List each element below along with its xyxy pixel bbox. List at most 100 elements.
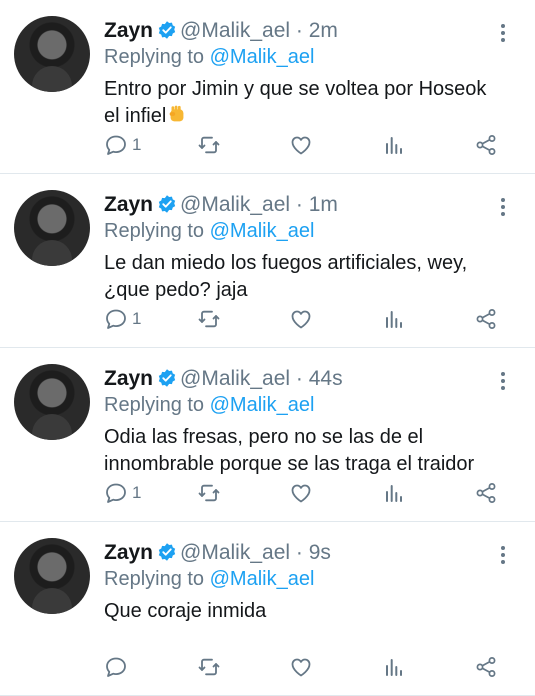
share-icon xyxy=(476,135,496,155)
separator-dot: · xyxy=(295,367,303,390)
replying-target-link[interactable]: @Malik_ael xyxy=(210,220,315,242)
replying-to: Replying to @Malik_ael xyxy=(104,218,314,244)
tweet[interactable]: Zayn @Malik_ael · 1m Replying to @Malik_a… xyxy=(0,174,535,348)
share-icon xyxy=(476,483,496,503)
retweet-icon xyxy=(198,484,220,502)
tweet-text-line: Entro por Jimin y que se voltea por Hose… xyxy=(104,78,487,100)
tweet-header: Zayn @Malik_ael · 44s xyxy=(104,366,343,392)
analytics-icon xyxy=(386,137,402,154)
verified-badge-icon xyxy=(158,195,176,213)
tweet-text-line: ¿que pedo? jaja xyxy=(104,279,248,301)
more-options-icon[interactable] xyxy=(493,196,513,220)
replying-target-link[interactable]: @Malik_ael xyxy=(210,46,315,68)
analytics-button[interactable] xyxy=(382,130,406,160)
share-button[interactable] xyxy=(474,304,498,334)
reply-button[interactable]: 1 xyxy=(104,304,141,334)
reply-button[interactable]: 1 xyxy=(104,478,141,508)
tweet[interactable]: Zayn @Malik_ael · 44s Replying to @Malik_… xyxy=(0,348,535,522)
tweet-text: Entro por Jimin y que se voltea por Hose… xyxy=(104,76,514,130)
reply-icon xyxy=(106,483,126,503)
replying-target-link[interactable]: @Malik_ael xyxy=(210,568,315,590)
replying-label: Replying to xyxy=(104,46,205,68)
verified-badge-icon xyxy=(158,543,176,561)
tweet-text-line: el infiel xyxy=(104,105,167,127)
raised-fist-emoji-icon xyxy=(169,105,184,122)
reply-button[interactable] xyxy=(104,652,132,682)
author-name[interactable]: Zayn xyxy=(104,541,153,564)
share-icon xyxy=(476,309,496,329)
retweet-button[interactable] xyxy=(197,652,221,682)
reply-count: 1 xyxy=(132,309,142,328)
tweet-actions: 1 xyxy=(0,130,535,160)
timestamp[interactable]: 9s xyxy=(309,541,331,564)
avatar[interactable] xyxy=(14,364,90,440)
separator-dot: · xyxy=(295,19,303,42)
tweet-header: Zayn @Malik_ael · 2m xyxy=(104,18,338,44)
tweet[interactable]: Zayn @Malik_ael · 9s Replying to @Malik_a… xyxy=(0,522,535,696)
like-button[interactable] xyxy=(289,652,313,682)
like-button[interactable] xyxy=(289,478,313,508)
tweet-text-line: Que coraje inmida xyxy=(104,600,267,622)
tweet-header: Zayn @Malik_ael · 1m xyxy=(104,192,338,218)
tweet-text-line: Le dan miedo los fuegos artificiales, we… xyxy=(104,252,468,274)
share-button[interactable] xyxy=(474,130,498,160)
replying-label: Replying to xyxy=(104,568,205,590)
tweet-text: Le dan miedo los fuegos artificiales, we… xyxy=(104,250,514,304)
tweet-header: Zayn @Malik_ael · 9s xyxy=(104,540,331,566)
analytics-button[interactable] xyxy=(382,478,406,508)
more-options-icon[interactable] xyxy=(493,370,513,394)
reply-count: 1 xyxy=(132,483,142,502)
retweet-button[interactable] xyxy=(197,130,221,160)
avatar[interactable] xyxy=(14,190,90,266)
heart-icon xyxy=(291,484,311,503)
analytics-button[interactable] xyxy=(382,652,406,682)
replying-to: Replying to @Malik_ael xyxy=(104,566,314,592)
reply-icon xyxy=(106,309,126,329)
heart-icon xyxy=(291,136,311,155)
verified-badge-icon xyxy=(158,21,176,39)
author-handle[interactable]: @Malik_ael xyxy=(180,193,290,216)
replying-to: Replying to @Malik_ael xyxy=(104,44,314,70)
reply-icon xyxy=(106,135,126,155)
tweet-actions: 1 xyxy=(0,478,535,508)
heart-icon xyxy=(291,658,311,677)
analytics-icon xyxy=(386,659,402,676)
avatar[interactable] xyxy=(14,16,90,92)
tweet[interactable]: Zayn @Malik_ael · 2m Replying to @Malik_a… xyxy=(0,0,535,174)
replying-to: Replying to @Malik_ael xyxy=(104,392,314,418)
author-name[interactable]: Zayn xyxy=(104,19,153,42)
tweet-text-line: Odia las fresas, pero no se las de el xyxy=(104,426,424,448)
like-button[interactable] xyxy=(289,130,313,160)
retweet-button[interactable] xyxy=(197,478,221,508)
retweet-icon xyxy=(198,658,220,676)
tweet-text-line: innombrable porque se las traga el traid… xyxy=(104,453,475,475)
author-handle[interactable]: @Malik_ael xyxy=(180,19,290,42)
replying-label: Replying to xyxy=(104,394,205,416)
tweet-text: Que coraje inmida xyxy=(104,598,514,625)
author-name[interactable]: Zayn xyxy=(104,193,153,216)
more-options-icon[interactable] xyxy=(493,22,513,46)
avatar[interactable] xyxy=(14,538,90,614)
timestamp[interactable]: 44s xyxy=(309,367,343,390)
tweet-actions: 1 xyxy=(0,304,535,334)
analytics-icon xyxy=(386,311,402,328)
tweet-text: Odia las fresas, pero no se las de el inn… xyxy=(104,424,514,478)
tweet-actions xyxy=(0,652,535,682)
author-handle[interactable]: @Malik_ael xyxy=(180,367,290,390)
replying-target-link[interactable]: @Malik_ael xyxy=(210,394,315,416)
reply-count: 1 xyxy=(132,135,142,154)
retweet-icon xyxy=(198,136,220,154)
reply-button[interactable]: 1 xyxy=(104,130,141,160)
timestamp[interactable]: 1m xyxy=(309,193,338,216)
retweet-button[interactable] xyxy=(197,304,221,334)
analytics-button[interactable] xyxy=(382,304,406,334)
author-handle[interactable]: @Malik_ael xyxy=(180,541,290,564)
share-icon xyxy=(476,657,496,677)
share-button[interactable] xyxy=(474,478,498,508)
share-button[interactable] xyxy=(474,652,498,682)
verified-badge-icon xyxy=(158,369,176,387)
author-name[interactable]: Zayn xyxy=(104,367,153,390)
more-options-icon[interactable] xyxy=(493,544,513,568)
like-button[interactable] xyxy=(289,304,313,334)
timestamp[interactable]: 2m xyxy=(309,19,338,42)
